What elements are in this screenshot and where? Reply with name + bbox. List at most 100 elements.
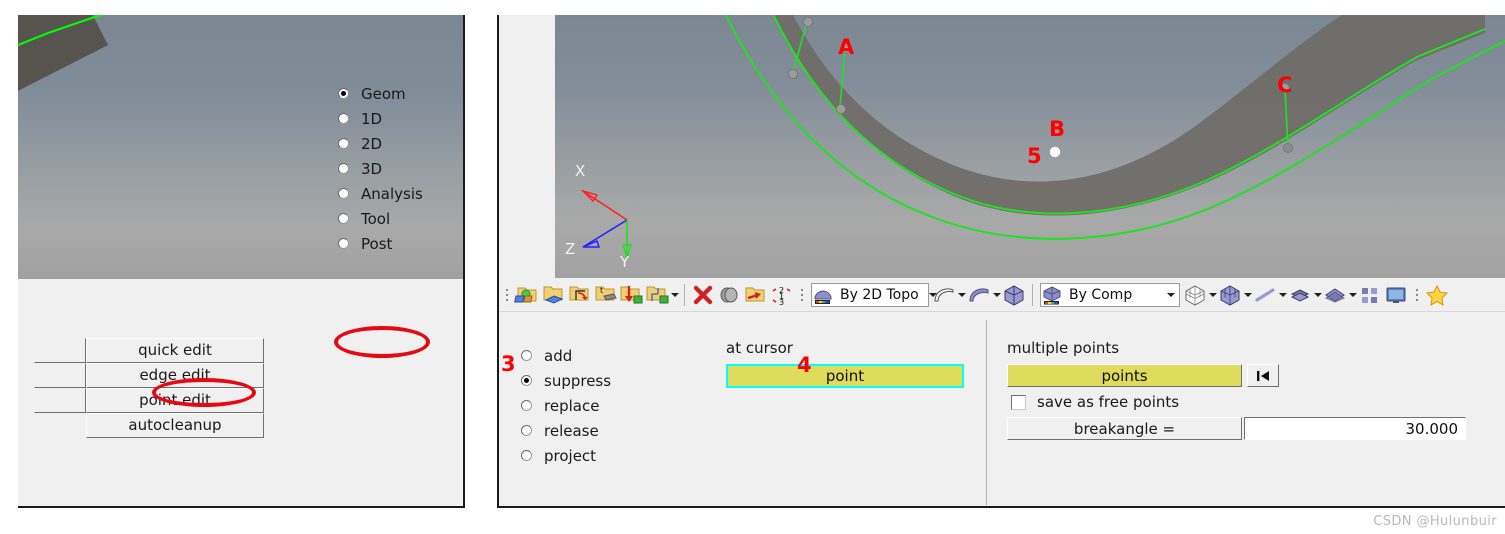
folder-history-icon[interactable] <box>566 282 592 308</box>
module-radio-label: Post <box>361 234 393 253</box>
module-radio-label: Analysis <box>361 184 423 203</box>
module-radio-analysis[interactable]: Analysis <box>338 181 423 206</box>
toolbar-separator <box>1032 283 1033 306</box>
chevron-down-icon[interactable] <box>1163 285 1179 305</box>
save-free-points-checkbox[interactable] <box>1011 394 1026 410</box>
by-comp-dropdown[interactable]: By Comp <box>1040 282 1180 307</box>
line-icon[interactable] <box>1252 282 1278 308</box>
chevron-down-icon[interactable] <box>1278 282 1287 308</box>
toolbar-grip-handle-2[interactable] <box>797 283 806 307</box>
radio-dot-icon <box>338 88 349 99</box>
module-radio-3d[interactable]: 3D <box>338 156 423 181</box>
module-radio-1d[interactable]: 1D <box>338 106 423 131</box>
shell-icon[interactable] <box>1287 282 1313 308</box>
by-2d-topo-dropdown[interactable]: By 2D Topo <box>811 282 937 307</box>
module-radio-label: 1D <box>361 109 383 128</box>
breakangle-label: breakangle = <box>1073 419 1176 438</box>
module-radio-group: Geom 1D 2D 3D Analysis Tool Post <box>338 81 423 256</box>
multiple-points-label: points <box>1101 366 1148 385</box>
plane-icon[interactable] <box>1322 282 1348 308</box>
multiple-points-button[interactable]: points <box>1007 364 1242 387</box>
rewind-button[interactable] <box>1247 364 1279 387</box>
screen-icon[interactable] <box>1383 282 1409 308</box>
breakangle-input[interactable]: 30.000 <box>1244 417 1466 440</box>
module-radio-label: 2D <box>361 134 383 153</box>
elements-icon[interactable] <box>1357 282 1383 308</box>
right-screenshot-panel: A B C 5 X Y Z t 2 1 3 By 2D Topo By Comp… <box>497 15 1505 508</box>
blank-button-3[interactable] <box>34 388 86 413</box>
chevron-down-icon[interactable] <box>957 282 966 308</box>
mode-radio-replace[interactable]: replace <box>521 393 611 418</box>
right-3d-viewport[interactable]: A B C 5 X Y Z <box>555 15 1505 278</box>
chevron-down-icon[interactable] <box>1243 282 1252 308</box>
shaded-cube-icon[interactable] <box>1217 282 1243 308</box>
module-radio-geom[interactable]: Geom <box>338 81 423 106</box>
toolbar-separator <box>684 283 685 306</box>
mode-radio-add[interactable]: add <box>521 343 611 368</box>
radio-dot-icon <box>521 375 532 386</box>
left-control-area: quick edit edge edit point edit autoclea… <box>18 279 463 506</box>
delete-icon[interactable] <box>690 282 716 308</box>
module-radio-label: Tool <box>361 209 391 228</box>
chevron-down-icon[interactable] <box>1348 282 1357 308</box>
folder-organize-icon[interactable] <box>644 282 670 308</box>
radio-dot-icon <box>338 213 349 224</box>
radio-dot-icon <box>338 138 349 149</box>
button-row: quick edit <box>34 338 264 363</box>
mode-radio-suppress[interactable]: suppress <box>521 368 611 393</box>
at-cursor-point-button[interactable]: point <box>726 364 964 388</box>
save-as-free-points-row[interactable]: save as free points <box>1011 393 1179 411</box>
mask-icon[interactable] <box>716 282 742 308</box>
button-row: point edit <box>34 388 264 413</box>
folder-import-icon[interactable] <box>618 282 644 308</box>
left-button-grid: quick edit edge edit point edit autoclea… <box>34 338 264 438</box>
point-edit-button[interactable]: point edit <box>86 388 264 413</box>
chevron-down-icon[interactable] <box>670 282 679 308</box>
renumber-icon[interactable]: 2 1 3 <box>768 282 794 308</box>
module-radio-2d[interactable]: 2D <box>338 131 423 156</box>
quick-edit-button[interactable]: quick edit <box>86 338 264 363</box>
mode-radio-group: add suppress replace release project <box>521 343 611 468</box>
geometry-toolbar: t 2 1 3 By 2D Topo By Comp <box>499 278 1505 312</box>
mode-radio-label: project <box>544 446 597 465</box>
axis-triad-icon <box>580 189 632 261</box>
multiple-points-title: multiple points <box>1007 339 1120 357</box>
surface-icon[interactable] <box>931 282 957 308</box>
folder-surface-icon[interactable] <box>540 282 566 308</box>
svg-text:t: t <box>600 286 603 295</box>
edge-edit-button[interactable]: edge edit <box>86 363 264 388</box>
module-radio-tool[interactable]: Tool <box>338 206 423 231</box>
mode-radio-project[interactable]: project <box>521 443 611 468</box>
radio-dot-icon <box>521 350 532 361</box>
viewport-label-a: A <box>838 35 855 59</box>
chevron-down-icon[interactable] <box>1313 282 1322 308</box>
comp-cube-icon <box>1041 285 1063 305</box>
chevron-down-icon[interactable] <box>992 282 1001 308</box>
breakangle-value: 30.000 <box>1405 419 1459 438</box>
geom-collectors-icon[interactable] <box>514 282 540 308</box>
left-mesh-edge-icon <box>18 15 104 47</box>
axis-label-y: Y <box>620 253 630 271</box>
mode-radio-label: add <box>544 346 573 365</box>
chevron-down-icon[interactable] <box>1208 282 1217 308</box>
breakangle-button[interactable]: breakangle = <box>1007 417 1242 440</box>
wireframe-cube-icon[interactable] <box>1182 282 1208 308</box>
annotation-marker-3: 3 <box>501 352 516 376</box>
viewport-step-marker-5: 5 <box>1027 144 1042 168</box>
topo-surface-icon <box>812 285 834 305</box>
panel-divider-1 <box>986 320 987 505</box>
left-screenshot-panel: quick edit edge edit point edit autoclea… <box>18 15 465 508</box>
folder-translate-icon[interactable]: t <box>592 282 618 308</box>
toolbar-grip-handle-3[interactable] <box>1412 283 1421 307</box>
blank-button-2[interactable] <box>34 363 86 388</box>
toolbar-grip-handle[interactable] <box>502 283 511 307</box>
autocleanup-button[interactable]: autocleanup <box>86 413 264 438</box>
solid-icon[interactable] <box>1001 282 1027 308</box>
module-radio-post[interactable]: Post <box>338 231 423 256</box>
folder-export-icon[interactable] <box>742 282 768 308</box>
mode-radio-release[interactable]: release <box>521 418 611 443</box>
surface-shaded-icon[interactable] <box>966 282 992 308</box>
favorite-star-icon[interactable] <box>1424 282 1450 308</box>
button-row: autocleanup <box>34 413 264 438</box>
blank-button-1[interactable] <box>34 338 86 363</box>
